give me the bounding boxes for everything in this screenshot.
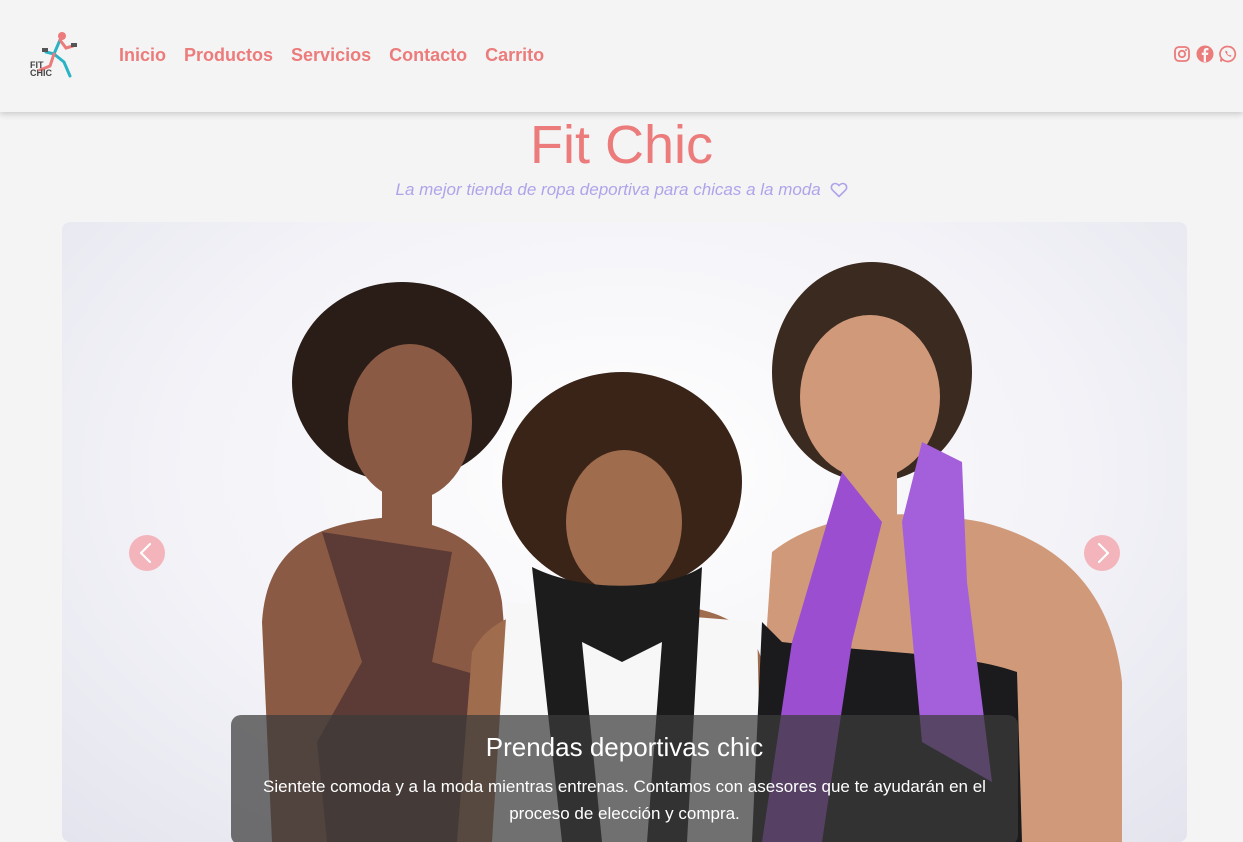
heart-icon [830,182,848,204]
caption-text: Sientete comoda y a la moda mientras ent… [263,777,986,823]
navbar: FIT CHIC Inicio Productos Servicios Cont… [0,0,1243,112]
carousel-next-button[interactable] [1084,535,1120,571]
nav-carrito[interactable]: Carrito [485,44,544,66]
nav-inicio[interactable]: Inicio [119,44,166,66]
instagram-icon[interactable] [1173,45,1191,63]
page-title: Fit Chic [529,115,713,175]
whatsapp-icon[interactable] [1219,45,1237,63]
svg-text:CHIC: CHIC [30,68,52,78]
fit-chic-logo[interactable]: FIT CHIC [26,28,82,84]
main-nav: Inicio Productos Servicios Contacto Carr… [119,44,562,66]
nav-productos[interactable]: Productos [184,44,273,66]
caption-title: Prendas deportivas chic [485,732,764,762]
social-links [1173,45,1237,63]
facebook-icon[interactable] [1196,45,1214,63]
hero-carousel[interactable]: Prendas deportivas chic Sientete comoda … [62,222,1187,842]
carousel-prev-button[interactable] [129,535,165,571]
nav-servicios[interactable]: Servicios [291,44,371,66]
chevron-left-icon [139,542,152,564]
nav-contacto[interactable]: Contacto [389,44,467,66]
page-subtitle: La mejor tienda de ropa deportiva para c… [0,179,1243,204]
chevron-right-icon [1097,542,1110,564]
subtitle-text: La mejor tienda de ropa deportiva para c… [395,180,821,199]
